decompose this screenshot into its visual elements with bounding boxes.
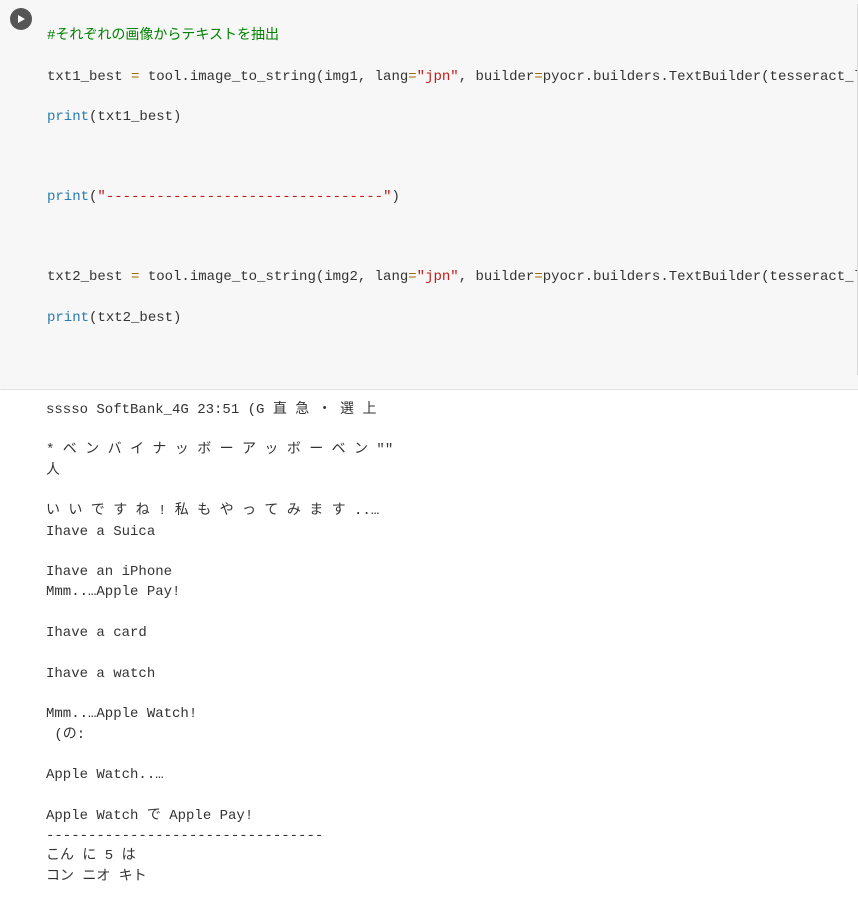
run-cell-button[interactable] <box>10 8 32 30</box>
notebook: #それぞれの画像からテキストを抽出 txt1_best = tool.image… <box>0 0 858 897</box>
code-cell: #それぞれの画像からテキストを抽出 txt1_best = tool.image… <box>0 0 858 390</box>
code-comment: #それぞれの画像からテキストを抽出 <box>47 28 279 44</box>
cell-output: sssso SoftBank_4G 23:51 (G 直 急 ・ 選 上 * ベ… <box>0 390 858 897</box>
code-editor[interactable]: #それぞれの画像からテキストを抽出 txt1_best = tool.image… <box>41 4 858 375</box>
play-icon <box>16 14 26 24</box>
cell-gutter <box>1 4 41 375</box>
